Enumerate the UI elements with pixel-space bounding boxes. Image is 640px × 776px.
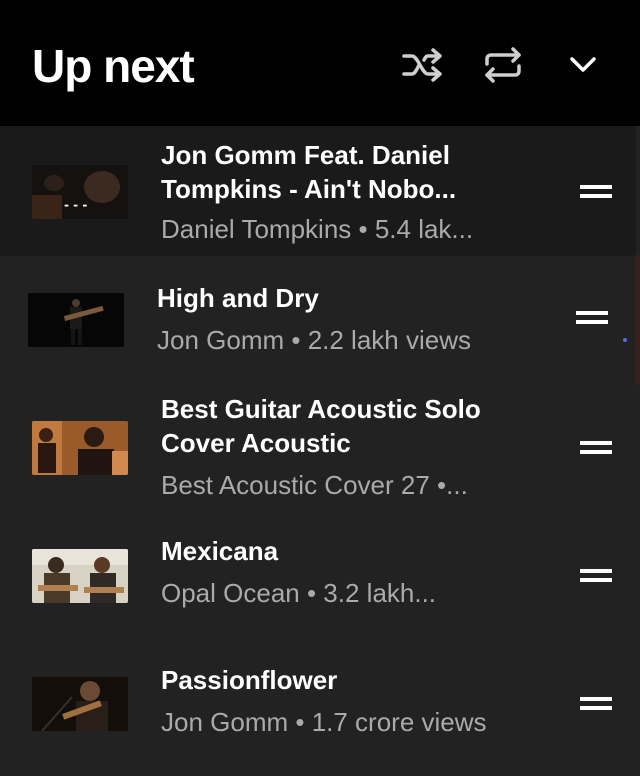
list-item[interactable]: Mexicana Opal Ocean • 3.2 lakh... <box>0 512 636 640</box>
video-thumbnail <box>32 677 128 731</box>
drag-handle-icon[interactable] <box>574 309 610 329</box>
video-meta: Jon Gomm • 1.7 crore views <box>161 707 487 737</box>
video-meta: Jon Gomm • 2.2 lakh views <box>157 325 471 355</box>
shuffle-button[interactable] <box>398 40 448 90</box>
collapse-button[interactable] <box>558 40 608 90</box>
video-meta: Daniel Tompkins • 5.4 lak... <box>161 214 474 244</box>
video-thumbnail <box>28 293 124 347</box>
video-thumbnail: - - - <box>32 165 128 219</box>
list-item[interactable]: High and Dry Jon Gomm • 2.2 lakh views <box>0 256 636 382</box>
scroll-indicator-dot <box>623 338 627 342</box>
list-item[interactable]: Best Guitar Acoustic Solo Cover Acoustic… <box>0 382 636 512</box>
video-title: Mexicana <box>161 536 279 566</box>
drag-handle-icon[interactable] <box>578 183 614 203</box>
video-title: Passionflower <box>161 665 338 695</box>
video-title: Best Guitar Acoustic Solo Cover Acoustic <box>161 394 481 458</box>
chevron-down-icon <box>570 57 596 72</box>
video-meta: Opal Ocean • 3.2 lakh... <box>161 578 437 608</box>
drag-handle-icon[interactable] <box>578 439 614 459</box>
up-next-header: Up next <box>0 0 640 126</box>
shuffle-icon <box>402 48 442 82</box>
scrollbar[interactable] <box>635 255 640 385</box>
repeat-button[interactable] <box>478 40 528 90</box>
thumbnail-overlay-text: - - - <box>64 198 87 212</box>
repeat-icon <box>485 47 521 83</box>
list-item[interactable]: - - - Jon Gomm Feat. Daniel Tompkins - A… <box>0 126 636 256</box>
up-next-list: - - - Jon Gomm Feat. Daniel Tompkins - A… <box>0 126 640 776</box>
drag-handle-icon[interactable] <box>578 567 614 587</box>
video-title: Jon Gomm Feat. Daniel Tompkins - Ain't N… <box>161 140 457 204</box>
drag-handle-icon[interactable] <box>578 695 614 715</box>
page-title: Up next <box>32 40 195 92</box>
video-thumbnail <box>32 549 128 603</box>
video-thumbnail <box>32 421 128 475</box>
video-meta: Best Acoustic Cover 27 •... <box>161 470 468 500</box>
video-title: High and Dry <box>157 283 319 313</box>
list-item[interactable]: Passionflower Jon Gomm • 1.7 crore views <box>0 640 636 776</box>
